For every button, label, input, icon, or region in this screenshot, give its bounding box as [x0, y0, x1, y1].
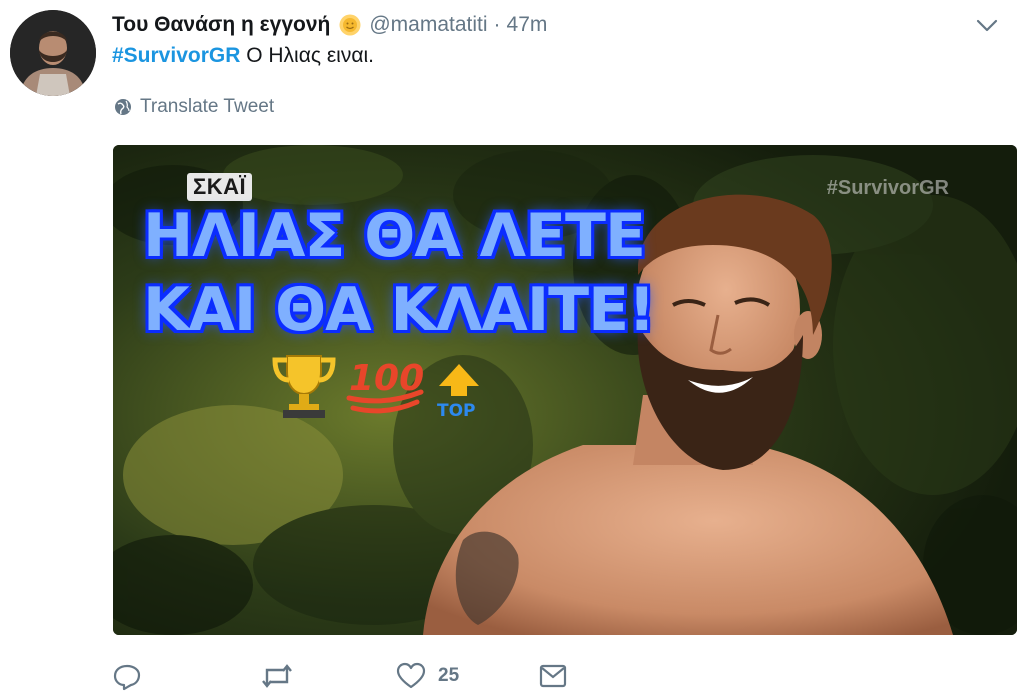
channel-logo: ΣΚΑΪ — [187, 173, 253, 201]
hundred-points-icon: 100 — [346, 358, 424, 414]
tweet-actions: 25 — [112, 658, 578, 694]
direct-message-button[interactable] — [538, 660, 578, 692]
chevron-down-icon[interactable] — [974, 14, 1000, 36]
reply-icon — [113, 664, 141, 691]
timestamp[interactable]: 47m — [507, 13, 548, 37]
overlay-text-line-2: ΚΑΙ ΘΑ ΚΛΑΙΤΕ! — [143, 275, 655, 345]
sun-emoji-icon — [339, 14, 361, 36]
heart-icon — [396, 662, 426, 689]
globe-icon — [115, 99, 131, 115]
trophy-icon — [272, 355, 336, 418]
avatar[interactable] — [10, 10, 96, 96]
hashtag-link[interactable]: #SurvivorGR — [112, 44, 240, 67]
tweet: Του Θανάση η εγγονή @mamatatiti · 47m #S… — [0, 0, 1024, 696]
overlay-text-line-1: ΗΛΙΑΣ ΘΑ ΛΕΤΕ — [143, 201, 646, 271]
handle[interactable]: @mamatatiti — [369, 13, 487, 37]
tweet-text: #SurvivorGR Ο Ηλιας ειναι. — [112, 44, 374, 68]
message-icon — [539, 664, 567, 688]
translate-label: Translate Tweet — [140, 96, 275, 117]
media-watermark: #SurvivorGR — [826, 177, 949, 199]
tweet-media-image[interactable]: ΣΚΑΪ #SurvivorGR ΗΛΙΑΣ ΘΑ ΛΕΤΕ ΚΑΙ ΘΑ ΚΛ… — [113, 145, 1017, 635]
display-name[interactable]: Του Θανάση η εγγονή — [112, 13, 330, 37]
tweet-header: Του Θανάση η εγγονή @mamatatiti · 47m — [112, 10, 1004, 40]
top-arrow-icon: TOP — [437, 364, 479, 420]
tweet-body: Ο Ηλιας ειναι. — [240, 44, 374, 67]
reply-button[interactable] — [112, 660, 260, 692]
retweet-icon — [262, 664, 292, 688]
translate-tweet-link[interactable]: Translate Tweet — [114, 96, 274, 118]
separator-dot: · — [493, 13, 501, 36]
retweet-button[interactable] — [260, 660, 396, 692]
like-count: 25 — [438, 665, 460, 686]
like-button[interactable]: 25 — [396, 660, 538, 692]
top-text: TOP — [437, 401, 476, 420]
